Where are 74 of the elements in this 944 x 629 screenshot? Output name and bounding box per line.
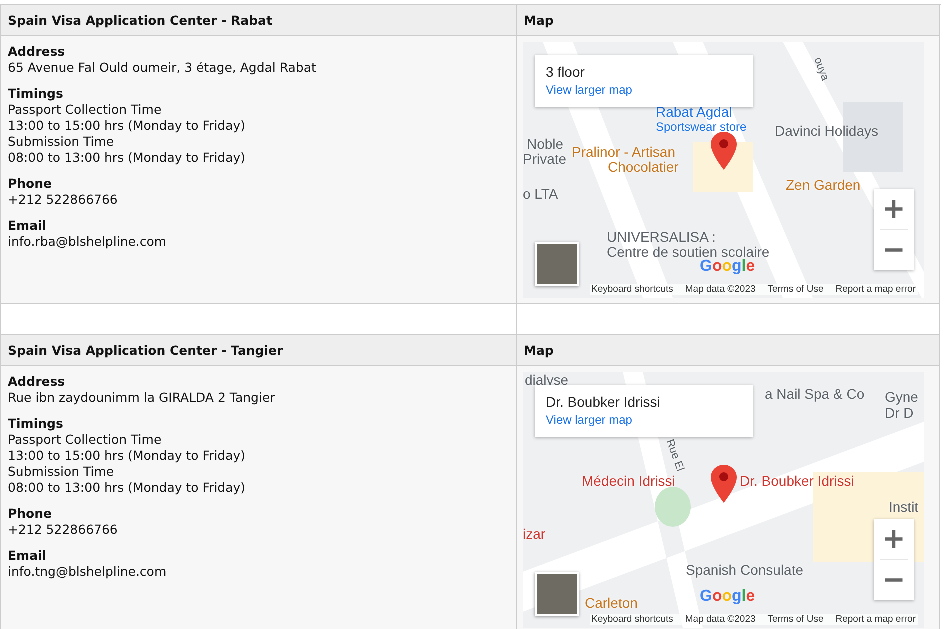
park-area: [655, 487, 691, 527]
field-value: Rue ibn zaydounimm la GIRALDA 2 Tangier: [8, 390, 276, 406]
map-place-label: Carleton: [585, 596, 638, 611]
field-heading: Timings: [8, 416, 64, 432]
view-larger-map-link[interactable]: View larger map: [546, 412, 632, 428]
map-footer-link[interactable]: Keyboard shortcuts: [592, 614, 674, 625]
map-place-label: Noble: [527, 137, 564, 152]
map-place-label: Sportswear store: [656, 120, 747, 135]
field-heading: Phone: [8, 506, 52, 522]
map-place-label: Private: [523, 152, 567, 167]
field-value: +212 522866766: [8, 522, 118, 538]
zoom-out-button[interactable]: −: [874, 230, 914, 270]
field-heading: Timings: [8, 86, 64, 102]
satellite-thumbnail[interactable]: [535, 242, 579, 286]
field-value: 08:00 to 13:00 hrs (Monday to Friday): [8, 480, 246, 496]
field-value: info.tng@blshelpline.com: [8, 564, 167, 580]
field-heading: Phone: [8, 176, 52, 192]
field-value: info.rba@blshelpline.com: [8, 234, 167, 250]
map-footer-link[interactable]: Keyboard shortcuts: [592, 284, 674, 295]
map-place-label: Médecin Idrissi: [582, 474, 676, 489]
map-place-label: ouya: [812, 56, 832, 83]
map-place-label: Instit: [889, 500, 919, 515]
map-place-label: Dr D: [885, 406, 914, 421]
map-footer-link[interactable]: Terms of Use: [768, 614, 824, 625]
field-heading: Email: [8, 218, 47, 234]
view-larger-map-link[interactable]: View larger map: [546, 82, 632, 98]
field-value: +212 522866766: [8, 192, 118, 208]
map-place-label: a Nail Spa & Co: [765, 387, 865, 402]
map-place-label: Gyne: [885, 390, 918, 405]
field-value: Submission Time: [8, 464, 114, 480]
field-value: Passport Collection Time: [8, 102, 162, 118]
place-title: Dr. Boubker Idrissi: [546, 394, 660, 411]
map-footer-link[interactable]: Map data ©2023: [685, 284, 756, 295]
map-column-heading: Map: [517, 5, 940, 36]
map-place-label: dialyse: [525, 373, 569, 388]
zoom-out-button[interactable]: −: [874, 560, 914, 600]
map-column-heading: Map: [517, 335, 940, 366]
map-place-label: Chocolatier: [608, 160, 679, 175]
map-place-label: izar: [523, 527, 546, 542]
field-value: 08:00 to 13:00 hrs (Monday to Friday): [8, 150, 246, 166]
field-value: 13:00 to 15:00 hrs (Monday to Friday): [8, 448, 246, 464]
place-title: 3 floor: [546, 64, 585, 81]
map-background[interactable]: [523, 372, 924, 628]
field-value: 13:00 to 15:00 hrs (Monday to Friday): [8, 118, 246, 134]
map-logo: Google: [700, 588, 756, 606]
map-footer-link[interactable]: Report a map error: [836, 284, 916, 295]
field-heading: Email: [8, 548, 47, 564]
map-marker-icon[interactable]: [711, 132, 737, 170]
map-place-label: Zen Garden: [786, 178, 861, 193]
map-place-label: Pralinor - Artisan: [572, 145, 676, 160]
center-title: Spain Visa Application Center - Tangier: [1, 335, 517, 366]
map-logo: Google: [700, 258, 756, 276]
zoom-in-button[interactable]: +: [874, 189, 914, 229]
map-place-label: Dr. Boubker Idrissi: [740, 474, 854, 489]
field-heading: Address: [8, 44, 66, 60]
map-place-label: Davinci Holidays: [775, 124, 878, 139]
map-place-label: Rabat Agdal: [656, 105, 732, 120]
map-footer-link[interactable]: Report a map error: [836, 614, 916, 625]
map-place-label: o LTA: [523, 187, 558, 202]
center-title: Spain Visa Application Center - Rabat: [1, 5, 517, 36]
satellite-thumbnail[interactable]: [535, 572, 579, 616]
map-footer-link[interactable]: Terms of Use: [768, 284, 824, 295]
field-value: Submission Time: [8, 134, 114, 150]
map-background[interactable]: [523, 42, 924, 298]
map-place-label: Centre de soutien scolaire: [607, 245, 770, 260]
map-place-label: Spanish Consulate: [686, 563, 804, 578]
field-heading: Address: [8, 374, 66, 390]
map-place-label: Rue El: [664, 438, 686, 474]
map-marker-icon[interactable]: [711, 465, 737, 503]
field-value: 65 Avenue Fal Ould oumeir, 3 étage, Agdal Rabat: [8, 60, 316, 76]
field-value: Passport Collection Time: [8, 432, 162, 448]
zoom-in-button[interactable]: +: [874, 519, 914, 559]
map-place-label: UNIVERSALISA :: [607, 230, 716, 245]
map-footer-link[interactable]: Map data ©2023: [685, 614, 756, 625]
